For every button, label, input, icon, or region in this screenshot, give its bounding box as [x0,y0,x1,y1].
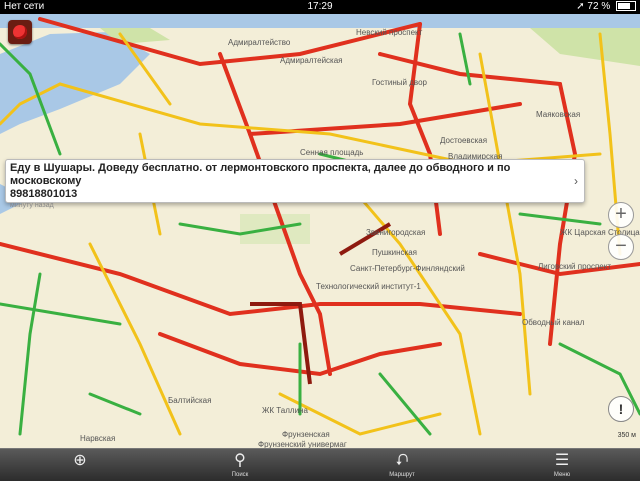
menu-button[interactable]: ☰ Меню [532,451,592,479]
map-label-admiralteyskaya: Адмиралтейская [280,56,343,65]
clock: 17:29 [307,1,333,12]
zoom-in-button[interactable]: + [608,202,634,228]
map-label-gostiny: Гостиный двор [372,78,427,87]
locate-button[interactable]: ⊕ [50,451,110,471]
map-label-obvodny: Обводный канал [522,318,585,327]
map-label-admiralteystvo: Адмиралтейство [228,38,291,47]
map-roads [0,14,640,436]
traffic-light-icon [13,25,27,39]
search-label: Поиск [231,472,249,478]
location-arrow-icon: ➚ [576,1,585,12]
map-label-ligovsky: Лиговский проспект [538,262,611,271]
map-label-dostoevskaya: Достоевская [440,136,488,145]
map-label-frunzenskaya: Фрунзенская [282,430,330,439]
chevron-right-icon[interactable]: › [574,174,578,188]
battery-status: ➚ 72 % [576,0,636,14]
popup-phone: 89818801013 [10,188,78,200]
map-label-baltiyskaya: Балтийская [168,396,212,405]
search-icon: ⚲ [234,452,246,469]
target-icon: ⊕ [73,452,87,469]
battery-text: 72 % [587,1,611,12]
map-label-pushkinskaya: Пушкинская [372,248,418,257]
traffic-layer-button[interactable] [8,20,32,44]
popup-time: минуту назад [10,202,54,209]
map-label-zvenigorodskaya: Звенигородская [366,228,426,237]
map-label-narvskaya: Нарвская [80,434,116,443]
menu-label: Меню [553,472,571,478]
map-label-mayakovskaya: Маяковская [536,110,581,119]
zoom-out-button[interactable]: − [608,234,634,260]
route-label: Маршрут [389,472,415,478]
map-label-nevsky: Невский проспект [356,28,423,37]
map-view[interactable]: Адмиралтейство Адмиралтейская Невский пр… [0,14,640,448]
bottom-toolbar: ⊕ ⚲ Поиск ⮏ Маршрут ☰ Меню [0,448,640,481]
report-incident-button[interactable]: ! [608,396,634,422]
map-label-vitebsky: Санкт-Петербург-Финляндский [350,264,465,273]
menu-icon: ☰ [554,452,570,469]
popup-message: Еду в Шушары. Доведу бесплатно. от лермо… [10,162,511,187]
map-scale: 350 м [617,432,636,439]
map-label-tekhnolog: Технологический институт-1 [316,282,421,291]
status-bar: Нет сети 17:29 ➚ 72 % [0,0,640,14]
river-area [0,32,150,134]
map-label-tallina: ЖК Таллина [262,406,308,415]
route-button[interactable]: ⮏ Маршрут [372,451,432,479]
battery-icon [616,1,636,12]
route-icon: ⮏ [395,452,409,469]
map-label-univermag: Фрунзенский универмаг [258,440,347,448]
search-button[interactable]: ⚲ Поиск [210,451,270,479]
map-label-sennaya: Сенная площадь [300,148,364,157]
user-message-popup[interactable]: Еду в Шушары. Доведу бесплатно. от лермо… [5,159,585,209]
